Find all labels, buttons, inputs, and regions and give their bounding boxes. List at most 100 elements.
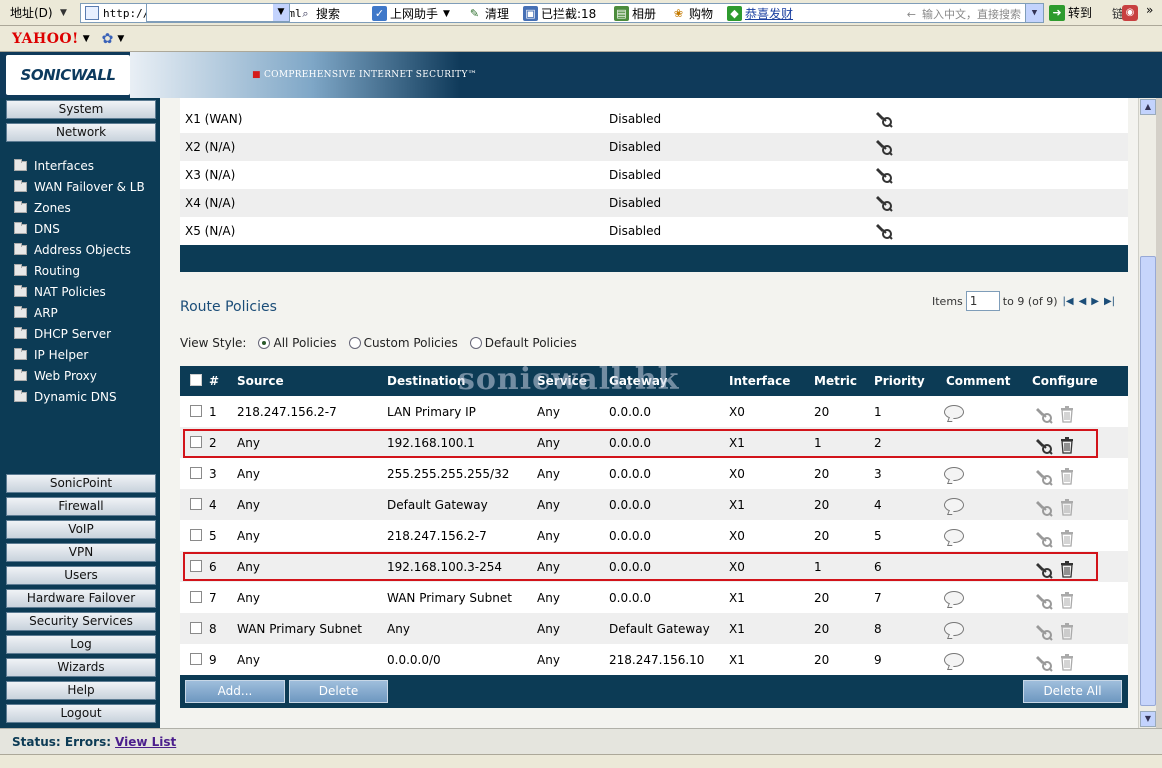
- view-default-policies-radio[interactable]: Default Policies: [469, 336, 577, 350]
- chevron-down-icon[interactable]: ▼: [443, 9, 450, 19]
- helper-button[interactable]: ✓ 上网助手 ▼: [372, 5, 450, 22]
- view-custom-policies-radio[interactable]: Custom Policies: [348, 336, 458, 350]
- comment-icon[interactable]: [944, 591, 964, 605]
- select-all-checkbox[interactable]: [190, 374, 202, 386]
- sidebar-item-nat-policies[interactable]: NAT Policies: [14, 283, 106, 301]
- nav-button-system[interactable]: System: [6, 100, 156, 119]
- sidebar-item-wan-failover-lb[interactable]: WAN Failover & LB: [14, 178, 145, 196]
- sidebar-item-zones[interactable]: Zones: [14, 199, 71, 217]
- album-button[interactable]: ▤ 相册: [614, 5, 656, 22]
- nav-button-logout[interactable]: Logout: [6, 704, 156, 723]
- vertical-scrollbar[interactable]: ▲ ▼: [1138, 98, 1156, 728]
- row-checkbox[interactable]: [190, 467, 202, 479]
- last-page-icon[interactable]: ▶|: [1104, 296, 1115, 307]
- delete-all-button[interactable]: Delete All: [1023, 680, 1122, 703]
- cell-priority: 4: [874, 498, 882, 512]
- nav-button-security-services[interactable]: Security Services: [6, 612, 156, 631]
- trash-icon[interactable]: [1060, 467, 1074, 485]
- scroll-up-icon[interactable]: ▲: [1140, 99, 1156, 115]
- sidebar-item-arp[interactable]: ARP: [14, 304, 58, 322]
- sidebar-item-address-objects[interactable]: Address Objects: [14, 241, 131, 259]
- chevron-right-icon[interactable]: »: [1146, 3, 1153, 17]
- row-checkbox[interactable]: [190, 529, 202, 541]
- trash-icon[interactable]: [1060, 622, 1074, 640]
- chevron-down-icon[interactable]: ▼: [83, 34, 90, 44]
- status-bar: Status: Errors: View List: [0, 728, 1162, 754]
- nav-button-vpn[interactable]: VPN: [6, 543, 156, 562]
- chevron-down-icon[interactable]: ▼: [60, 8, 76, 18]
- sidebar-item-dns[interactable]: DNS: [14, 220, 60, 238]
- toolbar-options-icon[interactable]: ◉: [1122, 5, 1138, 21]
- wrench-icon[interactable]: [874, 165, 894, 185]
- view-all-policies-radio[interactable]: All Policies: [258, 336, 337, 350]
- previous-page-icon[interactable]: ◀: [1079, 296, 1087, 307]
- table-row: 3 Any 255.255.255.255/32 Any 0.0.0.0 X0 20 3: [180, 458, 1128, 489]
- comment-icon[interactable]: [944, 622, 964, 636]
- comment-icon[interactable]: [944, 529, 964, 543]
- row-checkbox[interactable]: [190, 498, 202, 510]
- edit-wrench-icon[interactable]: [1034, 498, 1054, 518]
- wrench-icon[interactable]: [874, 109, 894, 129]
- sidebar-item-routing[interactable]: Routing: [14, 262, 80, 280]
- clean-button[interactable]: ✎ 清理: [467, 5, 509, 22]
- row-checkbox[interactable]: [190, 405, 202, 417]
- sidebar-item-interfaces[interactable]: Interfaces: [14, 157, 94, 175]
- yahoo-logo[interactable]: YAHOO!: [12, 31, 79, 47]
- comment-icon[interactable]: [944, 653, 964, 667]
- chevron-down-icon[interactable]: ▼: [117, 34, 124, 44]
- delete-button[interactable]: Delete: [289, 680, 388, 703]
- go-button[interactable]: ➜ 转到: [1049, 4, 1092, 21]
- shop-button[interactable]: ❀ 购物: [671, 5, 713, 22]
- nav-button-help[interactable]: Help: [6, 681, 156, 700]
- row-checkbox[interactable]: [190, 653, 202, 665]
- sidebar-item-ip-helper[interactable]: IP Helper: [14, 346, 88, 364]
- scroll-thumb[interactable]: [1140, 256, 1156, 706]
- nav-button-voip[interactable]: VoIP: [6, 520, 156, 539]
- scroll-down-icon[interactable]: ▼: [1140, 711, 1156, 727]
- promo-link[interactable]: ◆ 恭喜发财: [727, 5, 793, 22]
- nav-button-hardware-failover[interactable]: Hardware Failover: [6, 589, 156, 608]
- edit-wrench-icon[interactable]: [1034, 467, 1054, 487]
- trash-icon[interactable]: [1060, 405, 1074, 423]
- next-page-icon[interactable]: ▶: [1091, 296, 1099, 307]
- trash-icon[interactable]: [1060, 653, 1074, 671]
- nav-button-sonicpoint[interactable]: SonicPoint: [6, 474, 156, 493]
- row-checkbox[interactable]: [190, 591, 202, 603]
- nav-button-firewall[interactable]: Firewall: [6, 497, 156, 516]
- wrench-icon[interactable]: [874, 193, 894, 213]
- edit-wrench-icon[interactable]: [1034, 622, 1054, 642]
- yahoo-search-input[interactable]: ▼: [146, 3, 290, 22]
- sidebar-item-dhcp-server[interactable]: DHCP Server: [14, 325, 111, 343]
- nav-button-log[interactable]: Log: [6, 635, 156, 654]
- edit-wrench-icon[interactable]: [1034, 591, 1054, 611]
- edit-wrench-icon[interactable]: [1034, 405, 1054, 425]
- trash-icon[interactable]: [1060, 591, 1074, 609]
- row-checkbox[interactable]: [190, 622, 202, 634]
- chevron-down-icon[interactable]: ▼: [273, 4, 289, 21]
- nav-button-users[interactable]: Users: [6, 566, 156, 585]
- nav-button-wizards[interactable]: Wizards: [6, 658, 156, 677]
- sidebar-item-web-proxy[interactable]: Web Proxy: [14, 367, 97, 385]
- sidebar-item-dynamic-dns[interactable]: Dynamic DNS: [14, 388, 117, 406]
- items-input[interactable]: 1: [965, 291, 1000, 311]
- wrench-icon[interactable]: [874, 137, 894, 157]
- folder-icon: [14, 222, 27, 234]
- first-page-icon[interactable]: |◀: [1063, 296, 1074, 307]
- trash-icon[interactable]: [1060, 498, 1074, 516]
- flower-icon[interactable]: ✿: [102, 31, 114, 47]
- cell-interface: X0: [729, 529, 745, 543]
- edit-wrench-icon[interactable]: [1034, 653, 1054, 673]
- add-button[interactable]: Add...: [185, 680, 285, 703]
- view-list-link[interactable]: View List: [115, 735, 176, 749]
- wrench-icon[interactable]: [874, 221, 894, 241]
- comment-icon[interactable]: [944, 405, 964, 419]
- comment-icon[interactable]: [944, 498, 964, 512]
- url-dropdown-icon[interactable]: ▼: [1025, 4, 1043, 22]
- trash-icon[interactable]: [1060, 529, 1074, 547]
- nav-button-network[interactable]: Network: [6, 123, 156, 142]
- comment-icon[interactable]: [944, 467, 964, 481]
- folder-icon: [14, 369, 27, 381]
- edit-wrench-icon[interactable]: [1034, 529, 1054, 549]
- blocked-popups-button[interactable]: ▣ 已拦截:18: [523, 5, 596, 22]
- search-button[interactable]: ⌕ 搜索: [298, 5, 340, 22]
